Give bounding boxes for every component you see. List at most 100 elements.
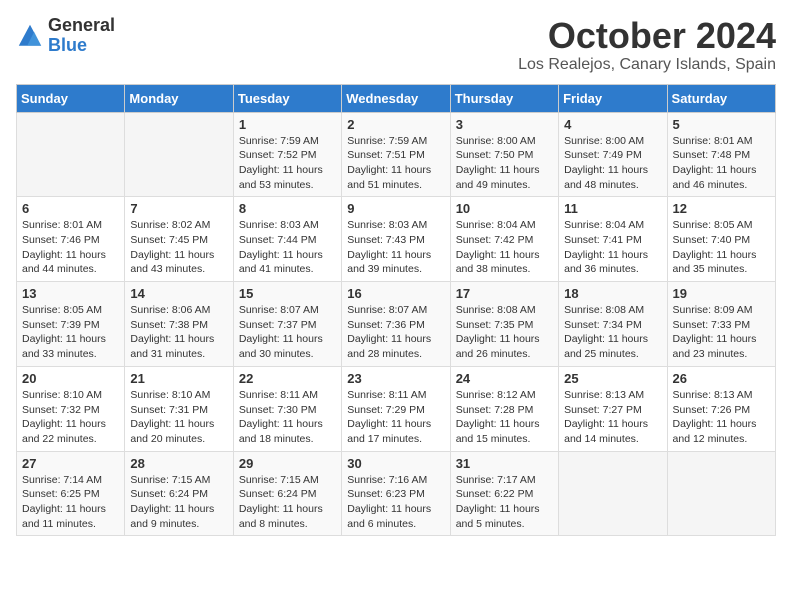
calendar-cell: 29 Sunrise: 7:15 AM Sunset: 6:24 PM Dayli… [233, 451, 341, 536]
day-number: 7 [130, 201, 227, 216]
day-info: Sunrise: 8:10 AM Sunset: 7:32 PM Dayligh… [22, 388, 119, 447]
logo: General Blue [16, 16, 115, 56]
location-title: Los Realejos, Canary Islands, Spain [518, 56, 776, 74]
calendar-week-5: 27 Sunrise: 7:14 AM Sunset: 6:25 PM Dayli… [17, 451, 776, 536]
logo-icon [16, 22, 44, 50]
page-header: General Blue October 2024 Los Realejos, … [16, 16, 776, 74]
calendar-cell: 11Sunrise: 8:04 AM Sunset: 7:41 PM Dayli… [559, 197, 667, 282]
day-number: 29 [239, 456, 336, 471]
calendar-cell: 10 Sunrise: 8:04 AM Sunset: 7:42 PM Dayli… [450, 197, 558, 282]
day-info: Sunrise: 8:02 AM Sunset: 7:45 PM Dayligh… [130, 218, 227, 277]
logo-general-text: General [48, 16, 115, 36]
month-title: October 2024 [518, 16, 776, 56]
day-info: Sunrise: 7:17 AM Sunset: 6:22 PM Dayligh… [456, 473, 553, 532]
day-number: 10 [456, 201, 553, 216]
title-block: October 2024 Los Realejos, Canary Island… [518, 16, 776, 74]
day-info: Sunrise: 8:05 AM Sunset: 7:40 PM Dayligh… [673, 218, 770, 277]
day-info: Sunrise: 8:07 AM Sunset: 7:37 PM Dayligh… [239, 303, 336, 362]
day-header-monday: Monday [125, 84, 233, 112]
day-number: 26 [673, 371, 770, 386]
day-header-saturday: Saturday [667, 84, 775, 112]
day-number: 3 [456, 117, 553, 132]
day-number: 1 [239, 117, 336, 132]
day-number: 6 [22, 201, 119, 216]
day-number: 24 [456, 371, 553, 386]
day-header-sunday: Sunday [17, 84, 125, 112]
day-header-thursday: Thursday [450, 84, 558, 112]
day-number: 2 [347, 117, 444, 132]
calendar-cell: 2 Sunrise: 7:59 AM Sunset: 7:51 PM Daylig… [342, 112, 450, 197]
calendar-cell [17, 112, 125, 197]
calendar-cell: 23Sunrise: 8:11 AM Sunset: 7:29 PM Dayli… [342, 366, 450, 451]
day-info: Sunrise: 7:14 AM Sunset: 6:25 PM Dayligh… [22, 473, 119, 532]
calendar-week-2: 6 Sunrise: 8:01 AM Sunset: 7:46 PM Daylig… [17, 197, 776, 282]
calendar-cell: 17 Sunrise: 8:08 AM Sunset: 7:35 PM Dayli… [450, 282, 558, 367]
calendar-cell: 8Sunrise: 8:03 AM Sunset: 7:44 PM Daylig… [233, 197, 341, 282]
day-info: Sunrise: 8:03 AM Sunset: 7:43 PM Dayligh… [347, 218, 444, 277]
day-number: 17 [456, 286, 553, 301]
calendar-cell: 30 Sunrise: 7:16 AM Sunset: 6:23 PM Dayli… [342, 451, 450, 536]
calendar-cell: 24 Sunrise: 8:12 AM Sunset: 7:28 PM Dayli… [450, 366, 558, 451]
calendar-cell: 14Sunrise: 8:06 AM Sunset: 7:38 PM Dayli… [125, 282, 233, 367]
day-number: 31 [456, 456, 553, 471]
calendar-cell: 28 Sunrise: 7:15 AM Sunset: 6:24 PM Dayli… [125, 451, 233, 536]
calendar-cell: 7 Sunrise: 8:02 AM Sunset: 7:45 PM Daylig… [125, 197, 233, 282]
day-info: Sunrise: 8:12 AM Sunset: 7:28 PM Dayligh… [456, 388, 553, 447]
calendar-cell: 4Sunrise: 8:00 AM Sunset: 7:49 PM Daylig… [559, 112, 667, 197]
calendar-cell: 16 Sunrise: 8:07 AM Sunset: 7:36 PM Dayli… [342, 282, 450, 367]
day-info: Sunrise: 7:59 AM Sunset: 7:51 PM Dayligh… [347, 134, 444, 193]
day-number: 16 [347, 286, 444, 301]
day-info: Sunrise: 8:01 AM Sunset: 7:46 PM Dayligh… [22, 218, 119, 277]
calendar-cell: 19Sunrise: 8:09 AM Sunset: 7:33 PM Dayli… [667, 282, 775, 367]
calendar-cell: 12 Sunrise: 8:05 AM Sunset: 7:40 PM Dayli… [667, 197, 775, 282]
day-info: Sunrise: 8:00 AM Sunset: 7:50 PM Dayligh… [456, 134, 553, 193]
calendar-cell: 27 Sunrise: 7:14 AM Sunset: 6:25 PM Dayli… [17, 451, 125, 536]
day-header-wednesday: Wednesday [342, 84, 450, 112]
day-number: 27 [22, 456, 119, 471]
day-info: Sunrise: 8:07 AM Sunset: 7:36 PM Dayligh… [347, 303, 444, 362]
day-info: Sunrise: 8:04 AM Sunset: 7:41 PM Dayligh… [564, 218, 661, 277]
day-number: 25 [564, 371, 661, 386]
day-number: 23 [347, 371, 444, 386]
logo-blue-text: Blue [48, 36, 115, 56]
calendar-cell: 18Sunrise: 8:08 AM Sunset: 7:34 PM Dayli… [559, 282, 667, 367]
calendar-cell: 3 Sunrise: 8:00 AM Sunset: 7:50 PM Daylig… [450, 112, 558, 197]
calendar-week-3: 13Sunrise: 8:05 AM Sunset: 7:39 PM Dayli… [17, 282, 776, 367]
day-number: 15 [239, 286, 336, 301]
day-number: 22 [239, 371, 336, 386]
calendar-cell [559, 451, 667, 536]
calendar-cell: 5 Sunrise: 8:01 AM Sunset: 7:48 PM Daylig… [667, 112, 775, 197]
day-info: Sunrise: 7:15 AM Sunset: 6:24 PM Dayligh… [130, 473, 227, 532]
day-info: Sunrise: 8:09 AM Sunset: 7:33 PM Dayligh… [673, 303, 770, 362]
day-number: 5 [673, 117, 770, 132]
day-info: Sunrise: 8:04 AM Sunset: 7:42 PM Dayligh… [456, 218, 553, 277]
calendar-table: SundayMondayTuesdayWednesdayThursdayFrid… [16, 84, 776, 537]
calendar-cell: 6 Sunrise: 8:01 AM Sunset: 7:46 PM Daylig… [17, 197, 125, 282]
day-info: Sunrise: 8:13 AM Sunset: 7:26 PM Dayligh… [673, 388, 770, 447]
day-info: Sunrise: 7:16 AM Sunset: 6:23 PM Dayligh… [347, 473, 444, 532]
calendar-cell: 13Sunrise: 8:05 AM Sunset: 7:39 PM Dayli… [17, 282, 125, 367]
day-header-tuesday: Tuesday [233, 84, 341, 112]
day-info: Sunrise: 8:08 AM Sunset: 7:35 PM Dayligh… [456, 303, 553, 362]
day-number: 28 [130, 456, 227, 471]
day-info: Sunrise: 7:59 AM Sunset: 7:52 PM Dayligh… [239, 134, 336, 193]
day-number: 9 [347, 201, 444, 216]
day-number: 12 [673, 201, 770, 216]
day-number: 13 [22, 286, 119, 301]
calendar-header-row: SundayMondayTuesdayWednesdayThursdayFrid… [17, 84, 776, 112]
day-number: 4 [564, 117, 661, 132]
calendar-cell: 25Sunrise: 8:13 AM Sunset: 7:27 PM Dayli… [559, 366, 667, 451]
day-header-friday: Friday [559, 84, 667, 112]
calendar-body: 1 Sunrise: 7:59 AM Sunset: 7:52 PM Daylig… [17, 112, 776, 536]
day-info: Sunrise: 8:01 AM Sunset: 7:48 PM Dayligh… [673, 134, 770, 193]
calendar-cell: 20 Sunrise: 8:10 AM Sunset: 7:32 PM Dayli… [17, 366, 125, 451]
calendar-cell: 1 Sunrise: 7:59 AM Sunset: 7:52 PM Daylig… [233, 112, 341, 197]
day-number: 20 [22, 371, 119, 386]
calendar-cell: 26 Sunrise: 8:13 AM Sunset: 7:26 PM Dayli… [667, 366, 775, 451]
calendar-week-1: 1 Sunrise: 7:59 AM Sunset: 7:52 PM Daylig… [17, 112, 776, 197]
day-info: Sunrise: 8:03 AM Sunset: 7:44 PM Dayligh… [239, 218, 336, 277]
day-number: 30 [347, 456, 444, 471]
day-number: 18 [564, 286, 661, 301]
day-info: Sunrise: 7:15 AM Sunset: 6:24 PM Dayligh… [239, 473, 336, 532]
day-info: Sunrise: 8:10 AM Sunset: 7:31 PM Dayligh… [130, 388, 227, 447]
